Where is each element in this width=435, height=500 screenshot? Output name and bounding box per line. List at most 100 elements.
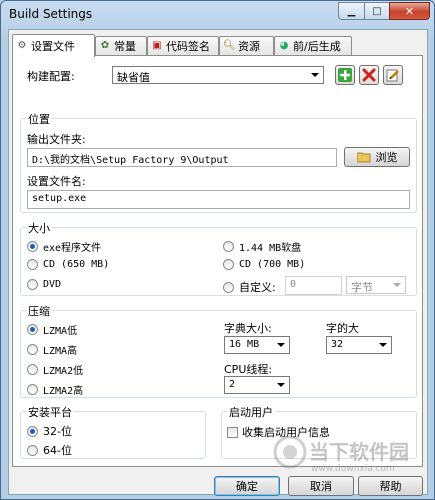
folder-icon bbox=[356, 152, 370, 163]
radio-label: exe程序文件 bbox=[43, 243, 102, 254]
size-group-title: 大小 bbox=[26, 220, 52, 236]
tab-pre-post-build[interactable]: ◕ 前/后生成 bbox=[274, 36, 352, 55]
platform-32bit-radio[interactable]: 32-位 bbox=[27, 423, 72, 439]
radio-label: 32-位 bbox=[43, 425, 72, 438]
minimize-button[interactable]: ▁ bbox=[338, 2, 365, 20]
build-settings-window: Build Settings ▁ □ ✕ ⚙ 设置文件 ✿ 常量 ▣ 代码签名 … bbox=[0, 0, 435, 500]
certificate-icon: ▣ bbox=[152, 40, 162, 51]
size-cd650-radio[interactable]: CD (650 MB) bbox=[27, 259, 109, 270]
cpu-threads-select[interactable]: 2 bbox=[224, 376, 290, 394]
tab-settings-file[interactable]: ⚙ 设置文件 bbox=[12, 34, 95, 57]
delete-icon bbox=[362, 68, 376, 82]
add-config-button[interactable] bbox=[335, 65, 355, 85]
checkbox-box bbox=[227, 426, 238, 438]
chevron-down-icon bbox=[376, 338, 390, 352]
output-folder-label: 输出文件夹: bbox=[27, 133, 86, 146]
magnifier-icon: 🔍︎ bbox=[223, 40, 236, 51]
plus-icon bbox=[338, 68, 352, 82]
platform-group-title: 安装平台 bbox=[26, 404, 74, 420]
size-dvd-radio[interactable]: DVD bbox=[27, 279, 61, 290]
ok-button[interactable]: 确定 bbox=[214, 476, 280, 496]
chevron-down-icon bbox=[274, 378, 288, 392]
lzma-high-radio[interactable]: LZMA高 bbox=[27, 342, 77, 357]
title-bar[interactable]: Build Settings ▁ □ ✕ bbox=[1, 1, 434, 28]
gear-icon: ⚙ bbox=[17, 40, 27, 51]
cpu-threads-value: 2 bbox=[229, 379, 236, 390]
output-folder-input[interactable]: D:\我的文档\Setup Factory 9\Output bbox=[27, 148, 337, 167]
size-floppy-radio[interactable]: 1.44 MB软盘 bbox=[223, 239, 301, 254]
browse-label: 浏览 bbox=[375, 151, 398, 164]
radio-dot bbox=[27, 425, 38, 437]
dict-size-label: 字典大小: bbox=[224, 322, 272, 335]
radio-dot bbox=[27, 324, 38, 335]
maximize-icon: □ bbox=[372, 5, 382, 17]
tab-code-signing[interactable]: ▣ 代码签名 bbox=[147, 36, 219, 55]
radio-label: CD (700 MB) bbox=[239, 259, 306, 270]
radio-label: 自定义: bbox=[239, 281, 276, 294]
watermark: 当下软件园 www.downxia.com bbox=[273, 433, 423, 493]
radio-dot bbox=[27, 279, 38, 290]
radio-dot bbox=[27, 259, 38, 270]
radio-dot bbox=[223, 259, 234, 270]
cpu-threads-label: CPU线程: bbox=[224, 363, 273, 376]
edit-icon bbox=[386, 69, 399, 82]
word-size-label: 字的大 bbox=[326, 322, 359, 335]
tab-label: 代码签名 bbox=[166, 40, 210, 53]
setup-file-input[interactable]: setup.exe bbox=[27, 190, 410, 209]
maximize-button[interactable]: □ bbox=[364, 2, 390, 20]
size-cd700-radio[interactable]: CD (700 MB) bbox=[223, 259, 305, 270]
setup-file-label: 设置文件名: bbox=[27, 175, 86, 188]
watermark-brand: 当下软件园 bbox=[309, 440, 409, 464]
lzma2-low-radio[interactable]: LZMA2低 bbox=[27, 362, 83, 377]
startup-user-group-title: 启动用户 bbox=[227, 404, 275, 420]
word-size-select[interactable]: 32 bbox=[326, 336, 392, 354]
window-title: Build Settings bbox=[9, 7, 93, 21]
build-icon: ◕ bbox=[279, 40, 289, 51]
radio-label: LZMA高 bbox=[43, 346, 78, 357]
browse-button[interactable]: 浏览 bbox=[344, 147, 410, 167]
radio-dot bbox=[27, 444, 38, 456]
constants-icon: ✿ bbox=[100, 40, 110, 51]
watermark-url: www.downxia.com bbox=[311, 464, 395, 474]
custom-unit-select[interactable]: 字节 bbox=[346, 276, 406, 294]
lzma2-high-radio[interactable]: LZMA2高 bbox=[27, 382, 83, 397]
ok-label: 确定 bbox=[236, 480, 258, 493]
build-config-value: 缺省值 bbox=[117, 71, 150, 84]
tab-label: 设置文件 bbox=[31, 40, 75, 53]
radio-label: CD (650 MB) bbox=[43, 259, 110, 270]
chevron-down-icon bbox=[308, 68, 322, 82]
size-custom-radio[interactable]: 自定义: bbox=[223, 279, 276, 295]
tab-constants[interactable]: ✿ 常量 bbox=[95, 36, 147, 55]
dict-size-select[interactable]: 16 MB bbox=[224, 336, 290, 354]
size-exe-radio[interactable]: exe程序文件 bbox=[27, 239, 101, 254]
radio-dot bbox=[223, 281, 234, 293]
radio-label: 1.44 MB软盘 bbox=[239, 243, 302, 254]
radio-dot bbox=[27, 344, 38, 355]
tab-label: 资源 bbox=[238, 40, 260, 53]
tab-resources[interactable]: 🔍︎ 资源 bbox=[219, 36, 274, 55]
custom-unit-value: 字节 bbox=[351, 281, 373, 294]
lzma-low-radio[interactable]: LZMA低 bbox=[27, 322, 77, 337]
word-size-value: 32 bbox=[331, 339, 344, 350]
tab-label: 前/后生成 bbox=[293, 40, 341, 53]
custom-size-input[interactable]: 0 bbox=[285, 276, 342, 295]
radio-label: LZMA低 bbox=[43, 326, 78, 337]
radio-label: DVD bbox=[43, 279, 62, 290]
compression-group-title: 压缩 bbox=[26, 303, 52, 319]
chevron-down-icon bbox=[274, 338, 288, 352]
build-config-select[interactable]: 缺省值 bbox=[112, 66, 324, 84]
delete-config-button[interactable] bbox=[359, 65, 379, 85]
radio-label: LZMA2低 bbox=[43, 366, 84, 377]
radio-dot bbox=[27, 384, 38, 395]
close-button[interactable]: ✕ bbox=[389, 2, 430, 20]
radio-dot bbox=[27, 241, 38, 252]
radio-dot bbox=[223, 241, 234, 252]
watermark-logo-icon bbox=[273, 435, 307, 469]
dict-size-value: 16 MB bbox=[229, 339, 260, 350]
dialog-client: ⚙ 设置文件 ✿ 常量 ▣ 代码签名 🔍︎ 资源 ◕ 前/后生成 构建配置: 缺… bbox=[8, 29, 428, 496]
minimize-icon: ▁ bbox=[347, 5, 356, 17]
location-group-title: 位置 bbox=[26, 111, 52, 127]
close-icon: ✕ bbox=[404, 4, 415, 18]
platform-64bit-radio[interactable]: 64-位 bbox=[27, 442, 72, 458]
edit-config-button[interactable] bbox=[383, 65, 403, 85]
